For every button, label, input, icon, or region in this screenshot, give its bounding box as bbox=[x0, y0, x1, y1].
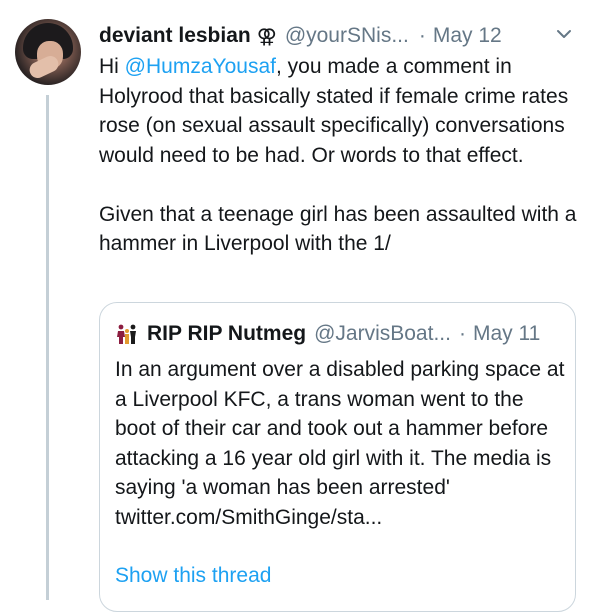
separator-dot: · bbox=[418, 24, 426, 47]
quoted-author-name[interactable]: RIP RIP Nutmeg bbox=[147, 322, 306, 346]
quoted-tweet-header: RIP RIP Nutmeg @JarvisBoat... · May 11 bbox=[115, 321, 540, 347]
tweet-text-prefix: Hi bbox=[99, 55, 125, 78]
show-thread-link[interactable]: Show this thread bbox=[115, 564, 271, 588]
quoted-author-handle[interactable]: @JarvisBoat... bbox=[314, 322, 451, 346]
tweet-paragraph-1: Hi @HumzaYousaf, you made a comment in H… bbox=[99, 52, 579, 170]
author-handle[interactable]: @yourSNis... bbox=[285, 24, 409, 48]
tweet-date[interactable]: May 12 bbox=[433, 24, 502, 48]
author-symbol: ⚢ bbox=[256, 25, 277, 48]
tweet-paragraph-2: Given that a teenage girl has been assau… bbox=[99, 202, 577, 256]
tweet-header: deviant lesbian ⚢ @yourSNis... · May 12 bbox=[99, 22, 578, 50]
quoted-tweet-text: In an argument over a disabled parking s… bbox=[115, 358, 565, 499]
quoted-separator-dot: · bbox=[458, 322, 466, 345]
chevron-down-icon[interactable] bbox=[556, 26, 572, 42]
author-name[interactable]: deviant lesbian bbox=[99, 24, 251, 48]
tweet-body: Hi @HumzaYousaf, you made a comment in H… bbox=[99, 52, 579, 259]
quoted-tweet-link[interactable]: twitter.com/SmithGinge/sta... bbox=[115, 506, 382, 529]
thread-line bbox=[46, 95, 49, 600]
quoted-tweet-date[interactable]: May 11 bbox=[473, 322, 540, 346]
quoted-tweet[interactable]: RIP RIP Nutmeg @JarvisBoat... · May 11 I… bbox=[99, 302, 576, 612]
family-icon bbox=[115, 322, 139, 346]
author-avatar[interactable] bbox=[15, 19, 81, 85]
quoted-tweet-body: In an argument over a disabled parking s… bbox=[115, 355, 565, 532]
mention-link[interactable]: @HumzaYousaf bbox=[125, 55, 276, 78]
